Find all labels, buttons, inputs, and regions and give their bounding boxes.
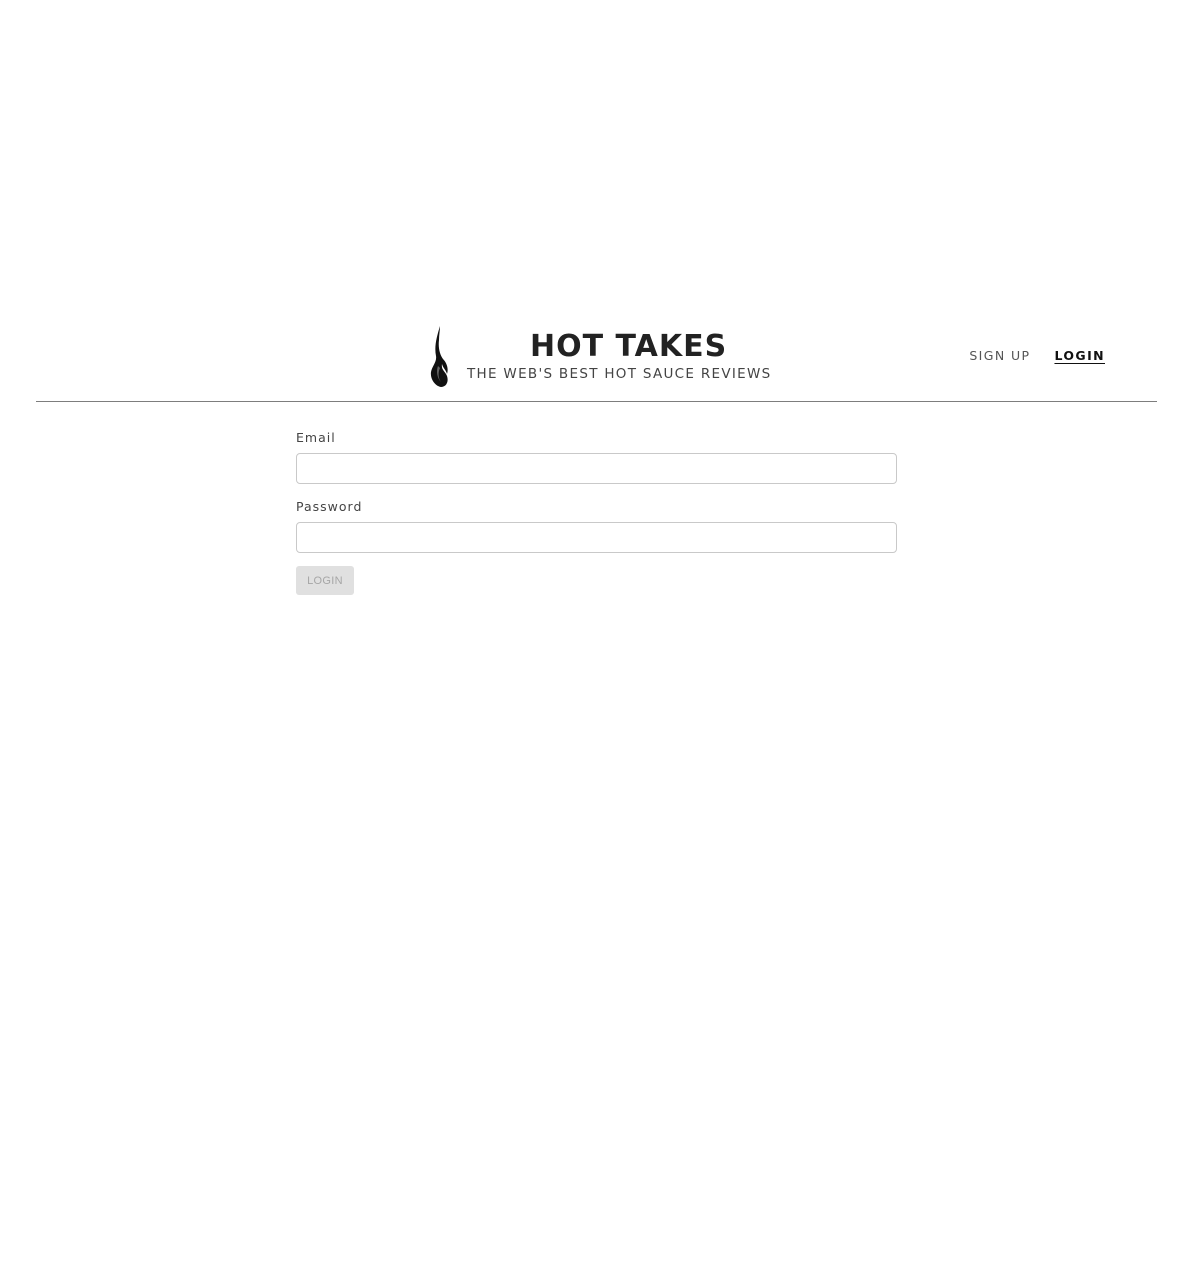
- brand[interactable]: HOT TAKES THE WEB'S BEST HOT SAUCE REVIE…: [426, 326, 786, 390]
- nav-signup-link[interactable]: SIGN UP: [969, 348, 1030, 363]
- password-field[interactable]: [296, 522, 897, 553]
- email-label: Email: [296, 430, 336, 445]
- site-header: HOT TAKES THE WEB'S BEST HOT SAUCE REVIE…: [36, 320, 1157, 402]
- main-nav: SIGN UP LOGIN: [969, 348, 1105, 363]
- site-tagline: THE WEB'S BEST HOT SAUCE REVIEWS: [467, 366, 772, 382]
- site-title: HOT TAKES: [530, 329, 728, 364]
- nav-login-link[interactable]: LOGIN: [1054, 348, 1105, 363]
- password-label: Password: [296, 499, 363, 514]
- login-submit-button[interactable]: LOGIN: [296, 566, 354, 595]
- email-field[interactable]: [296, 453, 897, 484]
- flame-icon: [430, 326, 448, 387]
- login-form: Email Password LOGIN: [296, 430, 897, 595]
